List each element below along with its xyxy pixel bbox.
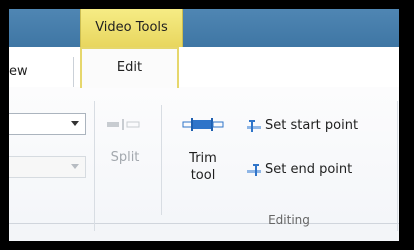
tab-edit-label: Edit — [116, 60, 143, 75]
tab-view[interactable]: ew — [9, 57, 74, 87]
dropdown-field[interactable] — [9, 113, 86, 135]
split-button: Split — [101, 106, 149, 186]
tab-view-label: ew — [9, 64, 28, 79]
group-separator — [161, 105, 162, 215]
trim-tool-button[interactable]: Trim tool — [179, 106, 227, 206]
editing-group-label: Editing — [268, 213, 310, 227]
set-start-point-icon — [247, 120, 261, 132]
tab-edit[interactable]: Edit — [80, 47, 179, 88]
group-separator — [397, 101, 398, 231]
trim-label-line1: Trim — [189, 151, 217, 166]
split-icon — [107, 119, 140, 130]
split-label: Split — [110, 150, 140, 165]
trim-tool-icon — [182, 118, 224, 131]
video-tools-context-tab-header: Video Tools — [80, 9, 183, 47]
set-start-point-label: Set start point — [265, 118, 359, 133]
set-end-point-label: Set end point — [265, 162, 353, 177]
app-window: Video Tools ew Edit Split Trim tool Set … — [9, 9, 399, 241]
ribbon-tab-strip: ew — [9, 47, 399, 125]
dropdown-field-disabled — [9, 156, 86, 178]
title-bar — [9, 9, 399, 47]
chevron-down-icon — [71, 164, 79, 169]
trim-label-line2: tool — [190, 168, 216, 183]
set-end-point-icon — [247, 164, 261, 176]
trim-tool-label: Trim tool — [179, 150, 227, 184]
group-separator — [94, 101, 95, 231]
chevron-down-icon[interactable] — [71, 121, 79, 126]
